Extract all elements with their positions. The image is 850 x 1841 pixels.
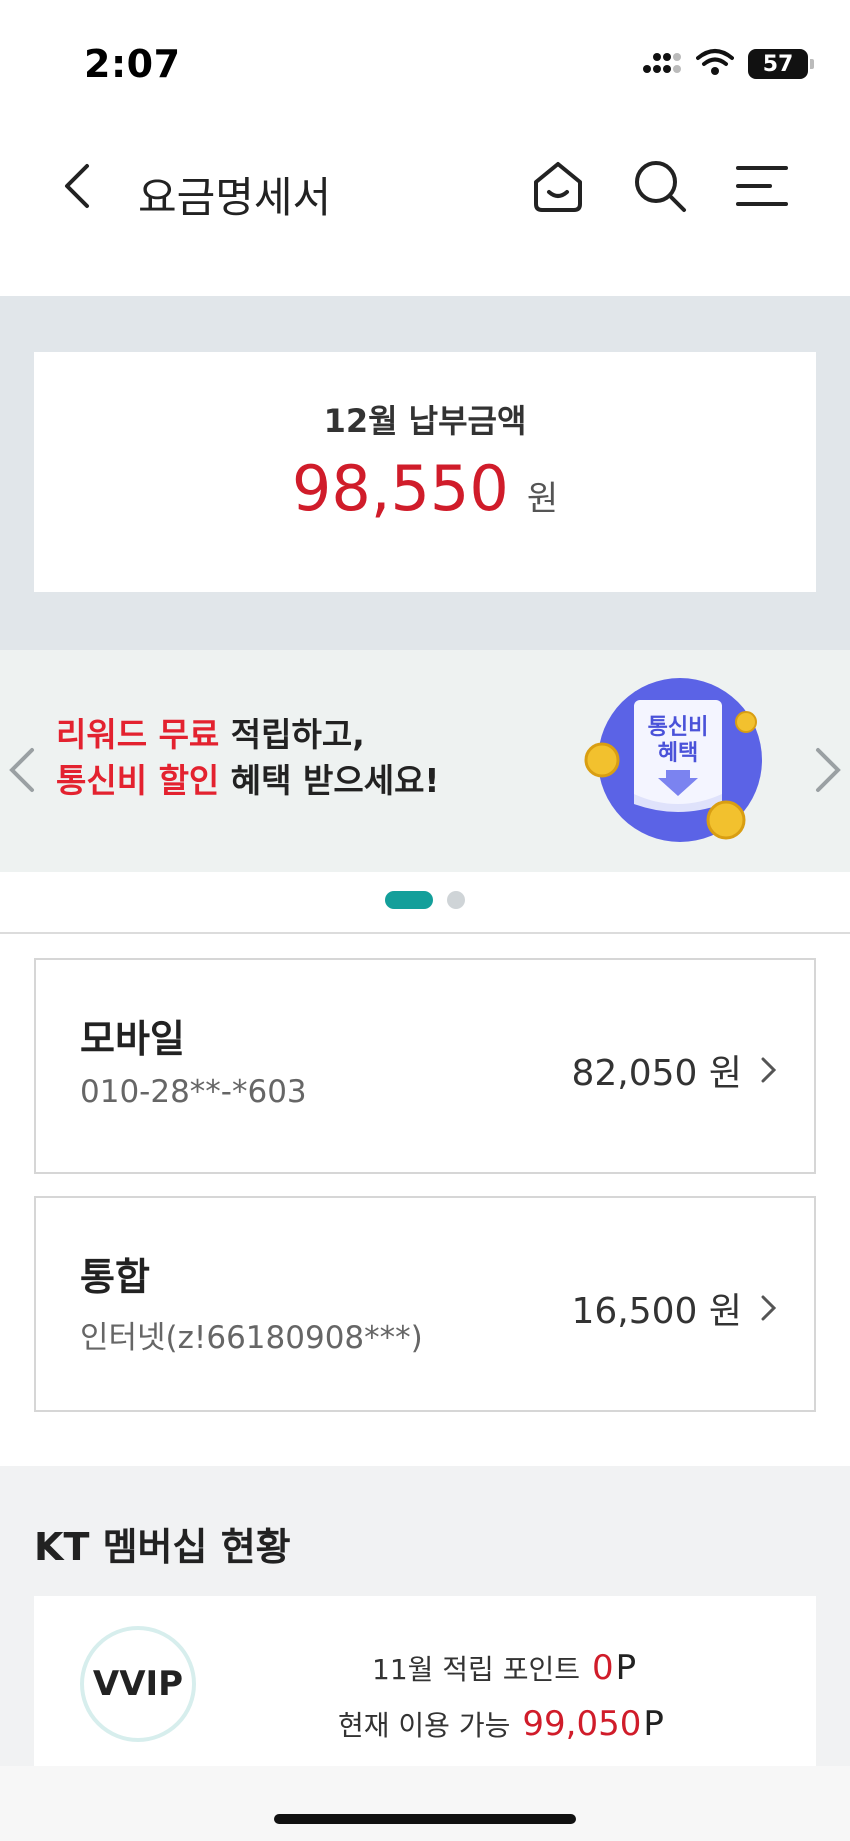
available-points-value: 99,050 bbox=[522, 1704, 642, 1744]
menu-icon bbox=[734, 162, 790, 214]
home-bar-area bbox=[0, 1766, 850, 1841]
back-button[interactable] bbox=[48, 160, 104, 216]
status-icons: 57 bbox=[642, 48, 814, 80]
banner-line-1: 리워드 무료 적립하고, bbox=[56, 712, 439, 758]
membership-grade-badge: VVIP bbox=[80, 1626, 196, 1742]
bill-item-combined[interactable]: 통합 인터넷(z!66180908***) 16,500 원 bbox=[34, 1196, 816, 1412]
bill-subtitle: 인터넷(z!66180908***) bbox=[80, 1320, 423, 1356]
bill-item-mobile[interactable]: 모바일 010-28**-*603 82,050 원 bbox=[34, 958, 816, 1174]
available-points-row: 현재 이용 가능 99,050 P bbox=[338, 1704, 664, 1744]
home-indicator[interactable] bbox=[274, 1814, 576, 1824]
available-points-unit: P bbox=[643, 1704, 664, 1744]
bill-amount: 82,050 원 bbox=[571, 1053, 742, 1094]
payment-amount-row: 98,550 원 bbox=[34, 452, 816, 525]
battery-icon: 57 bbox=[748, 49, 814, 79]
earned-points-value: 0 bbox=[592, 1648, 614, 1688]
membership-section: KT 멤버십 현황 VVIP 11월 적립 포인트 0 P 현재 이용 가능 9… bbox=[0, 1466, 850, 1766]
status-time: 2:07 bbox=[84, 42, 181, 86]
earned-points-row: 11월 적립 포인트 0 P bbox=[372, 1648, 636, 1688]
app-header: 요금명세서 bbox=[0, 140, 850, 236]
banner-rest-1: 적립하고, bbox=[219, 715, 365, 754]
signal-icon bbox=[642, 49, 682, 79]
bill-name: 모바일 bbox=[80, 1017, 185, 1061]
back-arrow-icon bbox=[61, 163, 91, 213]
search-button[interactable] bbox=[628, 156, 692, 220]
bill-amount-row: 82,050 원 bbox=[571, 1044, 778, 1096]
bill-name: 통합 bbox=[80, 1255, 150, 1299]
promo-banner[interactable]: 리워드 무료 적립하고, 통신비 할인 혜택 받으세요! 통신비 혜택 bbox=[0, 650, 850, 872]
payment-amount: 98,550 bbox=[291, 452, 509, 525]
illustration-text-2: 혜택 bbox=[658, 741, 698, 766]
payment-summary-section: 12월 납부금액 98,550 원 bbox=[0, 296, 850, 650]
status-bar: 2:07 57 bbox=[0, 0, 850, 120]
wifi-icon bbox=[696, 48, 734, 80]
home-icon bbox=[530, 158, 586, 218]
earned-points-label: 11월 적립 포인트 bbox=[372, 1653, 580, 1686]
membership-card[interactable]: VVIP 11월 적립 포인트 0 P 현재 이용 가능 99,050 P bbox=[34, 1596, 816, 1766]
banner-next-button[interactable] bbox=[814, 746, 844, 792]
payment-unit: 원 bbox=[526, 479, 559, 519]
pager-dot-1[interactable] bbox=[385, 891, 433, 909]
chevron-right-icon bbox=[761, 1057, 777, 1083]
chevron-right-icon bbox=[761, 1295, 777, 1321]
banner-text: 리워드 무료 적립하고, 통신비 할인 혜택 받으세요! bbox=[56, 712, 439, 804]
banner-highlight-2: 통신비 할인 bbox=[56, 761, 220, 800]
bill-amount: 16,500 원 bbox=[571, 1291, 742, 1332]
benefit-illustration-icon: 통신비 혜택 bbox=[580, 678, 780, 848]
illustration-text-1: 통신비 bbox=[648, 715, 709, 740]
banner-prev-button[interactable] bbox=[6, 746, 36, 792]
membership-title: KT 멤버십 현황 bbox=[34, 1525, 291, 1569]
available-points-label: 현재 이용 가능 bbox=[338, 1709, 511, 1742]
pager-dot-2[interactable] bbox=[447, 891, 465, 909]
chevron-right-icon bbox=[816, 748, 841, 792]
payment-label: 12월 납부금액 bbox=[323, 402, 527, 440]
section-divider bbox=[0, 932, 850, 934]
banner-highlight-1: 리워드 무료 bbox=[56, 715, 220, 754]
bill-subtitle: 010-28**-*603 bbox=[80, 1074, 307, 1110]
menu-button[interactable] bbox=[730, 156, 794, 220]
earned-points-unit: P bbox=[615, 1648, 637, 1688]
bill-amount-row: 16,500 원 bbox=[571, 1282, 778, 1334]
home-button[interactable] bbox=[526, 156, 590, 220]
banner-pager bbox=[0, 890, 850, 910]
chevron-left-icon bbox=[9, 748, 34, 792]
page-title: 요금명세서 bbox=[138, 173, 332, 222]
banner-rest-2: 혜택 받으세요! bbox=[219, 761, 440, 800]
payment-card[interactable]: 12월 납부금액 98,550 원 bbox=[34, 352, 816, 592]
banner-line-2: 통신비 할인 혜택 받으세요! bbox=[56, 758, 439, 804]
search-icon bbox=[631, 157, 689, 219]
